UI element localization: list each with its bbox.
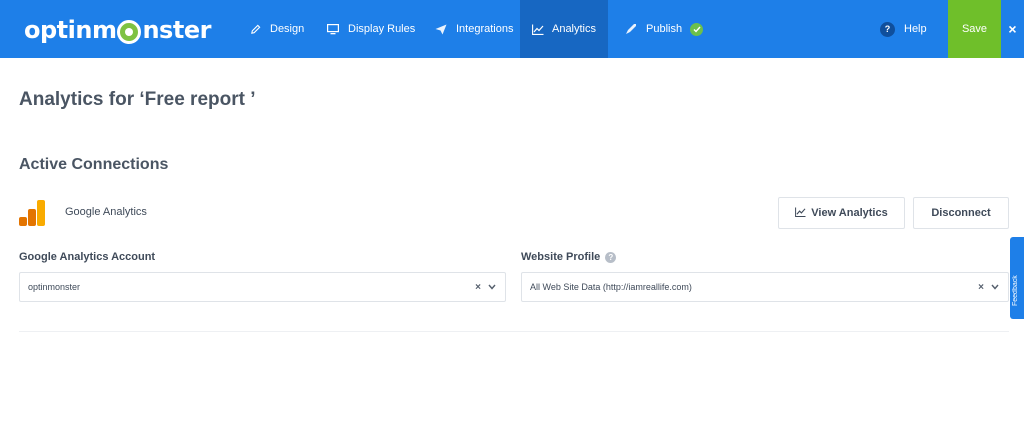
help-label: Help	[904, 23, 927, 35]
connection-name: Google Analytics	[65, 206, 147, 218]
nav-design[interactable]: Design	[234, 0, 318, 58]
nav-analytics-label: Analytics	[551, 23, 597, 35]
question-icon[interactable]: ?	[605, 251, 617, 263]
chevron-down-icon[interactable]	[487, 282, 497, 292]
profile-field-label: Website Profile ?	[521, 251, 617, 263]
help-icon: ?	[880, 21, 895, 37]
monitor-icon	[326, 22, 340, 36]
account-label-text: Google Analytics Account	[19, 251, 156, 263]
help-link[interactable]: ? Help	[880, 0, 927, 58]
clear-icon[interactable]: ×	[978, 282, 984, 293]
account-select[interactable]: optinmonster ×	[19, 272, 506, 302]
line-chart-icon	[795, 206, 806, 220]
paper-plane-icon	[434, 22, 448, 36]
profile-label-text: Website Profile	[521, 251, 601, 263]
profile-select[interactable]: All Web Site Data (http://iamreallife.co…	[521, 272, 1009, 302]
account-select-value: optinmonster	[28, 282, 81, 292]
nav-publish-label: Publish	[646, 23, 683, 35]
optinmonster-logo[interactable]: optinm nster	[24, 15, 211, 45]
disconnect-button[interactable]: Disconnect	[913, 197, 1009, 229]
chevron-down-icon[interactable]	[990, 282, 1000, 292]
clear-icon[interactable]: ×	[475, 282, 481, 293]
view-analytics-button[interactable]: View Analytics	[778, 197, 905, 229]
nav-display-rules[interactable]: Display Rules	[312, 0, 429, 58]
pencil-icon	[248, 22, 262, 36]
save-button[interactable]: Save	[948, 0, 1001, 58]
section-divider	[19, 331, 1009, 332]
section-title: Active Connections	[19, 156, 169, 173]
close-icon[interactable]: ×	[1001, 0, 1024, 58]
check-icon	[690, 22, 704, 36]
line-chart-icon	[532, 22, 544, 36]
top-navigation-bar: optinm nster Design Display Rules Integr…	[0, 0, 1024, 58]
logo-text-left: optinm	[24, 16, 117, 44]
view-analytics-label: View Analytics	[811, 207, 888, 219]
nav-publish[interactable]: Publish	[610, 0, 717, 58]
nav-analytics[interactable]: Analytics	[520, 0, 608, 58]
logo-text-right: nster	[142, 16, 211, 44]
nav-design-label: Design	[270, 23, 305, 35]
google-analytics-icon	[19, 200, 45, 226]
nav-integrations[interactable]: Integrations	[420, 0, 527, 58]
profile-select-value: All Web Site Data (http://iamreallife.co…	[530, 282, 692, 292]
nav-display-rules-label: Display Rules	[348, 23, 416, 35]
page-title: Analytics for ‘Free report ’	[19, 89, 256, 110]
rocket-icon	[624, 22, 638, 36]
account-field-label: Google Analytics Account	[19, 251, 155, 263]
feedback-label[interactable]: Feedback	[1012, 246, 1022, 306]
monster-icon	[117, 20, 142, 44]
nav-integrations-label: Integrations	[456, 23, 514, 35]
